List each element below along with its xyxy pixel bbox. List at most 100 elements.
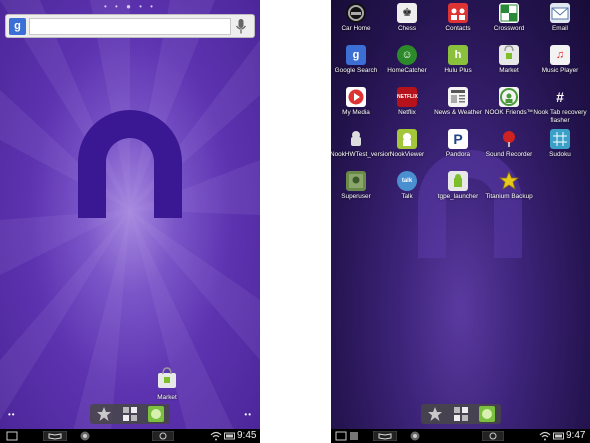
app-crossword[interactable]: Crossword bbox=[483, 3, 535, 33]
contacts-icon bbox=[448, 3, 468, 23]
app-label: Market bbox=[499, 67, 519, 74]
app-label: Nook Tab recovery flasher bbox=[533, 109, 587, 124]
app-titanium-backup[interactable]: Titanium Backup bbox=[483, 170, 535, 201]
app-label: Google Search bbox=[334, 67, 378, 74]
app-label: Chess bbox=[397, 25, 417, 32]
app-label: Titanium Backup bbox=[485, 193, 533, 200]
app-drawer-screen: Car Home ♚ Chess Contacts Crossword Emai… bbox=[331, 0, 590, 443]
app-label: Hulu Plus bbox=[444, 67, 472, 74]
app-chess[interactable]: ♚ Chess bbox=[381, 3, 433, 33]
star-icon[interactable] bbox=[427, 406, 443, 422]
nook-book-icon[interactable] bbox=[373, 431, 397, 441]
app-hulu-plus[interactable]: h Hulu Plus bbox=[432, 45, 484, 75]
nook-app-icon[interactable] bbox=[6, 431, 18, 441]
app-pandora[interactable]: P Pandora bbox=[432, 129, 484, 159]
app-label: Talk bbox=[401, 193, 413, 200]
superuser-icon bbox=[346, 171, 366, 191]
circle-app-icon[interactable] bbox=[408, 431, 422, 441]
browser-globe-icon[interactable] bbox=[148, 406, 164, 422]
apps-grid-icon[interactable] bbox=[122, 406, 138, 422]
app-superuser[interactable]: Superuser bbox=[331, 171, 382, 201]
app-label: Contacts bbox=[445, 25, 471, 32]
app-label: Sound Recorder bbox=[485, 151, 533, 158]
nook-app-icon[interactable] bbox=[335, 431, 347, 441]
app-sound-recorder[interactable]: Sound Recorder bbox=[483, 129, 535, 159]
app-label: Car Home bbox=[341, 25, 371, 32]
status-clock: 9:45 bbox=[237, 430, 257, 441]
apps-grid-icon[interactable] bbox=[453, 406, 469, 422]
app-label: NookHWTest_version bbox=[331, 151, 392, 158]
google-search-widget[interactable]: g bbox=[5, 14, 255, 38]
app-label: My Media bbox=[342, 109, 370, 116]
app-label: tgpe_launcher bbox=[437, 193, 479, 200]
dock bbox=[420, 404, 501, 424]
newspaper-icon bbox=[448, 87, 468, 107]
app-label: NookViewer bbox=[389, 151, 425, 158]
android-robot-icon bbox=[346, 129, 366, 149]
app-label: Music Player bbox=[541, 67, 579, 74]
app-sudoku[interactable]: Sudoku bbox=[534, 129, 586, 159]
app-label: News & Weather bbox=[434, 109, 482, 116]
sudoku-grid-icon bbox=[550, 129, 570, 149]
app-netflix[interactable]: NETFLIX Netflix bbox=[381, 87, 433, 117]
nook-book-icon[interactable] bbox=[43, 431, 67, 441]
app-label: Email bbox=[552, 25, 568, 32]
app-email[interactable]: Email bbox=[534, 3, 586, 33]
battery-icon bbox=[553, 432, 564, 440]
page-indicator: • • ● • • bbox=[104, 2, 156, 11]
android-launcher-icon bbox=[448, 171, 468, 191]
app-nook-tab-recovery-flasher[interactable]: # Nook Tab recovery flasher bbox=[533, 87, 587, 125]
app-talk[interactable]: talk Talk bbox=[381, 171, 433, 201]
app-contacts[interactable]: Contacts bbox=[432, 3, 484, 33]
right-corner-dots[interactable]: •• bbox=[244, 410, 252, 419]
home-screen: • • ● • • g Market •• •• 9:45 bbox=[0, 0, 260, 443]
talk-bubble-icon: talk bbox=[397, 171, 417, 191]
nook-friends-icon bbox=[499, 87, 519, 107]
app-news-weather[interactable]: News & Weather bbox=[432, 87, 484, 117]
notification-icon[interactable] bbox=[349, 431, 359, 441]
homecatcher-icon: ☺ bbox=[397, 45, 417, 65]
app-car-home[interactable]: Car Home bbox=[331, 3, 382, 33]
app-nook-friends[interactable]: NOOK Friends™ bbox=[483, 87, 535, 117]
wifi-icon bbox=[539, 431, 551, 441]
email-icon bbox=[550, 3, 570, 23]
app-market[interactable]: Market bbox=[483, 45, 535, 75]
app-nookviewer[interactable]: NookViewer bbox=[381, 129, 433, 159]
market-bag-icon bbox=[499, 45, 519, 65]
microphone-icon bbox=[499, 129, 519, 149]
crossword-icon bbox=[499, 3, 519, 23]
netflix-icon: NETFLIX bbox=[397, 87, 418, 107]
app-label: Sudoku bbox=[549, 151, 571, 158]
wifi-icon bbox=[210, 431, 222, 441]
battery-icon bbox=[224, 432, 235, 440]
status-clock: 9:47 bbox=[566, 430, 586, 441]
app-google-search[interactable]: g Google Search bbox=[331, 45, 382, 75]
menu-box-icon[interactable] bbox=[482, 431, 504, 441]
app-my-media[interactable]: My Media bbox=[331, 87, 382, 117]
music-note-icon: ♫ bbox=[550, 45, 570, 65]
nook-viewer-icon bbox=[397, 129, 417, 149]
browser-globe-icon[interactable] bbox=[478, 406, 495, 422]
titanium-backup-icon bbox=[498, 170, 520, 191]
circle-app-icon[interactable] bbox=[78, 431, 92, 441]
left-corner-dots[interactable]: •• bbox=[8, 410, 16, 419]
app-homecatcher[interactable]: ☺ HomeCatcher bbox=[381, 45, 433, 75]
app-label: HomeCatcher bbox=[387, 67, 427, 74]
app-tgpe-launcher[interactable]: tgpe_launcher bbox=[432, 171, 484, 201]
market-shortcut[interactable]: Market bbox=[147, 367, 187, 402]
microphone-icon[interactable] bbox=[234, 18, 248, 35]
chess-icon: ♚ bbox=[397, 3, 417, 23]
app-label: NOOK Friends™ bbox=[484, 109, 534, 116]
nook-logo-icon bbox=[78, 110, 182, 218]
hulu-plus-icon: h bbox=[448, 45, 468, 65]
market-label: Market bbox=[157, 394, 177, 401]
search-input[interactable] bbox=[29, 18, 231, 35]
app-label: Crossword bbox=[493, 25, 525, 32]
google-logo-icon: g bbox=[9, 18, 26, 35]
app-music-player[interactable]: ♫ Music Player bbox=[534, 45, 586, 75]
menu-box-icon[interactable] bbox=[152, 431, 174, 441]
star-icon[interactable] bbox=[96, 406, 112, 422]
app-nookhwtest[interactable]: NookHWTest_version bbox=[331, 129, 392, 159]
play-media-icon bbox=[346, 87, 366, 107]
background-rays bbox=[0, 0, 260, 443]
